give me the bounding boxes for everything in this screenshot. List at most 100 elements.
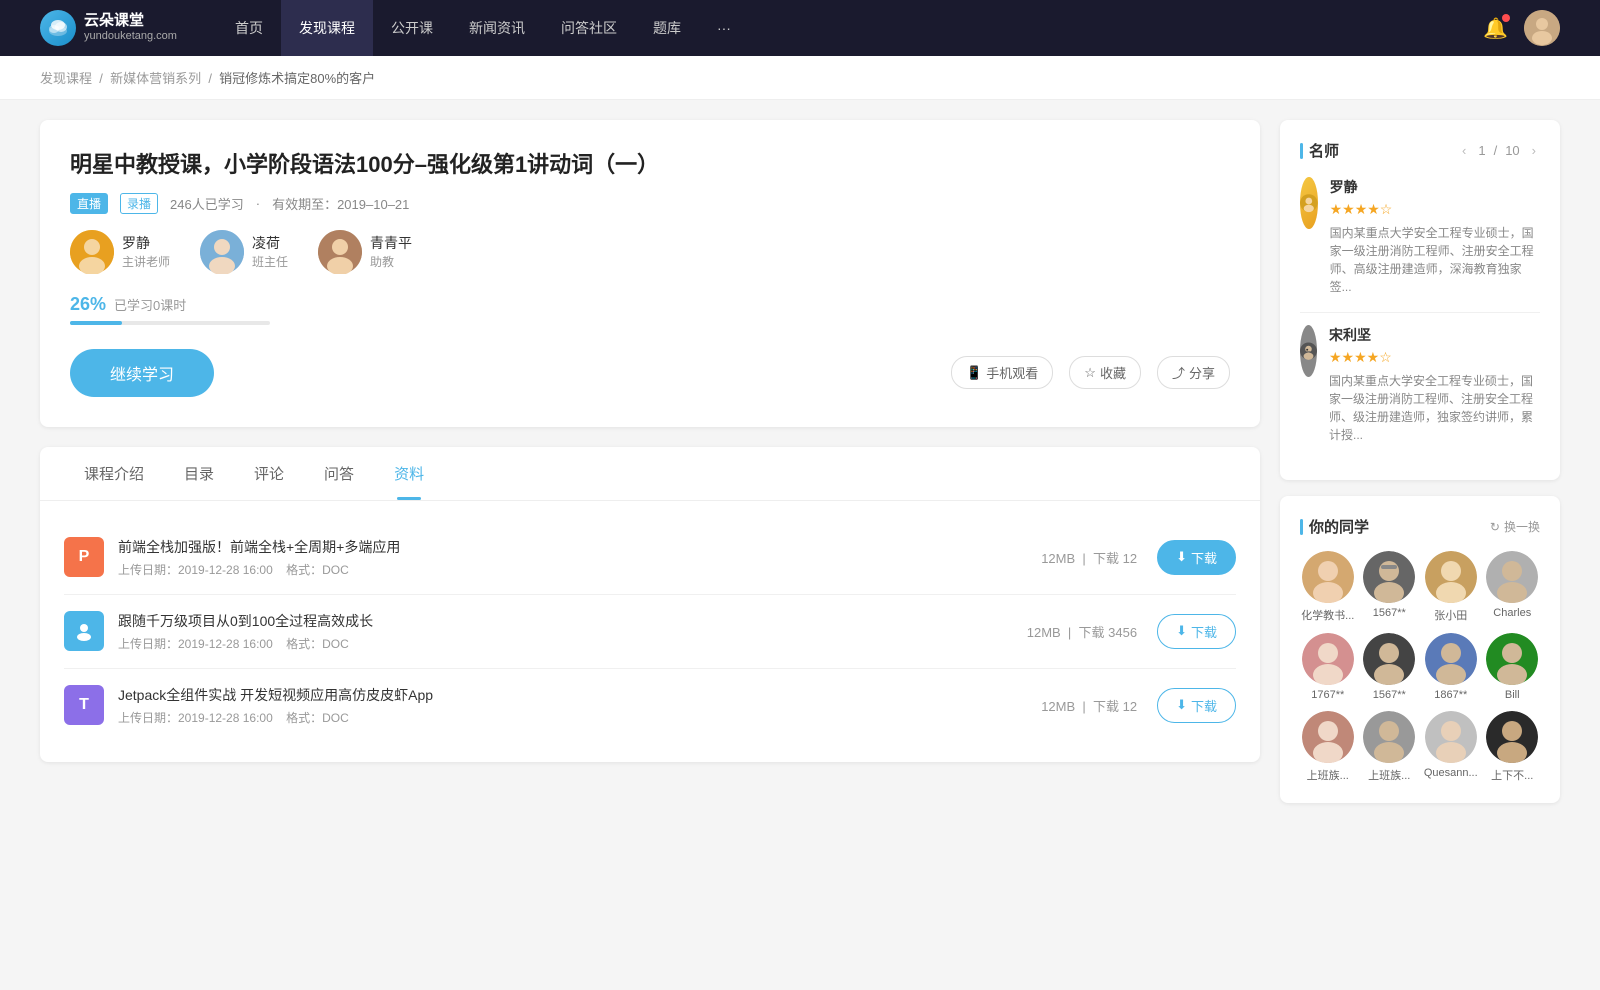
mobile-icon: 📱	[966, 365, 982, 381]
student-item-1[interactable]: 化学教书...	[1300, 551, 1356, 623]
student-count: 246人已学习	[170, 194, 244, 213]
sidebar-teacher-song-desc: 国内某重点大学安全工程专业硕士，国家一级注册消防工程师、注册安全工程师、级注册建…	[1329, 372, 1540, 444]
teachers-prev-btn[interactable]: ‹	[1458, 141, 1470, 160]
student-avatar-8	[1486, 633, 1538, 685]
student-name-2: 1567**	[1373, 607, 1406, 619]
resource-meta-1: 上传日期：2019-12-28 16:00 格式：DOC	[118, 561, 1041, 578]
student-avatar-4	[1486, 551, 1538, 603]
share-icon: ⤴	[1172, 363, 1185, 382]
continue-button[interactable]: 继续学习	[70, 349, 214, 397]
student-name-3: 张小田	[1434, 607, 1467, 623]
student-avatar-5	[1302, 633, 1354, 685]
progress-bar-bg	[70, 321, 270, 325]
student-item-9[interactable]: 上班族...	[1300, 711, 1356, 783]
student-avatar-3	[1425, 551, 1477, 603]
tab-qa[interactable]: 问答	[304, 447, 374, 500]
course-title: 明星中教授课，小学阶段语法100分–强化级第1讲动词（一）	[70, 150, 1230, 181]
refresh-icon: ↻	[1490, 520, 1500, 534]
nav-item-qa[interactable]: 问答社区	[543, 0, 635, 56]
sidebar-teacher-luo-name: 罗静	[1330, 177, 1540, 197]
tab-review[interactable]: 评论	[234, 447, 304, 500]
student-item-11[interactable]: Quesann...	[1423, 711, 1479, 783]
sidebar-teacher-song-stars: ★★★★☆	[1329, 349, 1540, 366]
tabs-content: P 前端全栈加强版！前端全栈+全周期+多端应用 上传日期：2019-12-28 …	[40, 501, 1260, 762]
logo[interactable]: 云朵课堂 yundouketang.com	[40, 10, 177, 46]
nav-item-exam[interactable]: 题库	[635, 0, 699, 56]
student-avatar-6	[1363, 633, 1415, 685]
sidebar-teacher-song: 宋利坚 ★★★★☆ 国内某重点大学安全工程专业硕士，国家一级注册消防工程师、注册…	[1300, 325, 1540, 444]
resource-meta-3: 上传日期：2019-12-28 16:00 格式：DOC	[118, 709, 1041, 726]
course-actions: 继续学习 📱 手机观看 ☆ 收藏 ⤴ 分享	[70, 349, 1230, 397]
resource-icon-3: T	[64, 685, 104, 725]
student-avatar-2	[1363, 551, 1415, 603]
nav-item-home[interactable]: 首页	[217, 0, 281, 56]
notification-dot	[1502, 14, 1510, 22]
student-name-12: 上下不...	[1491, 767, 1533, 783]
teachers-page: 1	[1478, 143, 1485, 158]
student-avatar-7	[1425, 633, 1477, 685]
progress-bar-fill	[70, 321, 122, 325]
student-item-6[interactable]: 1567**	[1362, 633, 1418, 701]
breadcrumb-discover[interactable]: 发现课程	[40, 71, 92, 86]
teacher-qing-avatar	[318, 230, 362, 274]
resource-stats-2: 12MB | 下载 3456	[1027, 622, 1137, 641]
resource-title-2: 跟随千万级项目从0到100全过程高效成长	[118, 611, 1027, 631]
share-label: 分享	[1189, 363, 1215, 382]
notification-bell[interactable]: 🔔	[1483, 16, 1508, 41]
tab-catalog[interactable]: 目录	[164, 447, 234, 500]
progress-desc: 已学习0课时	[114, 295, 186, 314]
download-button-1[interactable]: ⬇ 下载	[1157, 540, 1236, 575]
sidebar-teacher-song-name: 宋利坚	[1329, 325, 1540, 345]
tab-resources[interactable]: 资料	[374, 447, 444, 500]
resource-icon-2	[64, 611, 104, 651]
sidebar-teacher-luo-avatar	[1300, 177, 1318, 229]
resource-title-3: Jetpack全组件实战 开发短视频应用高仿皮皮虾App	[118, 685, 1041, 705]
student-item-3[interactable]: 张小田	[1423, 551, 1479, 623]
teacher-qing-role: 助教	[370, 253, 412, 270]
student-item-4[interactable]: Charles	[1485, 551, 1541, 623]
tab-intro[interactable]: 课程介绍	[64, 447, 164, 500]
action-buttons: 📱 手机观看 ☆ 收藏 ⤴ 分享	[951, 356, 1230, 389]
breadcrumb-series[interactable]: 新媒体营销系列	[110, 71, 201, 86]
student-avatar-1	[1302, 551, 1354, 603]
nav-item-more[interactable]: ···	[699, 0, 749, 56]
progress-section: 26% 已学习0课时	[70, 294, 1230, 325]
download-button-3[interactable]: ⬇ 下载	[1157, 688, 1236, 723]
logo-icon	[40, 10, 76, 46]
teachers-next-btn[interactable]: ›	[1528, 141, 1540, 160]
tag-record: 录播	[120, 193, 158, 214]
refresh-button[interactable]: ↻ 换一换	[1490, 518, 1540, 535]
nav-item-discover[interactable]: 发现课程	[281, 0, 373, 56]
student-item-8[interactable]: Bill	[1485, 633, 1541, 701]
tabs-section: 课程介绍 目录 评论 问答 资料 P 前端全栈加强版！前端全栈+全周期+多端应用…	[40, 447, 1260, 762]
teacher-luo-name: 罗静	[122, 233, 170, 253]
teacher-ling-avatar	[200, 230, 244, 274]
student-item-5[interactable]: 1767**	[1300, 633, 1356, 701]
teacher-ling-name: 凌荷	[252, 233, 288, 253]
student-name-6: 1567**	[1373, 689, 1406, 701]
resource-icon-1: P	[64, 537, 104, 577]
download-label-2: 下载	[1191, 622, 1217, 641]
breadcrumb: 发现课程 / 新媒体营销系列 / 销冠修炼术搞定80%的客户	[0, 56, 1600, 100]
teacher-qing: 青青平 助教	[318, 230, 412, 274]
user-avatar[interactable]	[1524, 10, 1560, 46]
resource-meta-2: 上传日期：2019-12-28 16:00 格式：DOC	[118, 635, 1027, 652]
collect-button[interactable]: ☆ 收藏	[1069, 356, 1141, 389]
star-icon: ☆	[1084, 365, 1096, 381]
mobile-watch-button[interactable]: 📱 手机观看	[951, 356, 1053, 389]
logo-name: 云朵课堂	[84, 12, 177, 30]
student-item-12[interactable]: 上下不...	[1485, 711, 1541, 783]
student-avatar-10	[1363, 711, 1415, 763]
student-item-10[interactable]: 上班族...	[1362, 711, 1418, 783]
nav-item-news[interactable]: 新闻资讯	[451, 0, 543, 56]
logo-sub: yundouketang.com	[84, 30, 177, 43]
nav-item-open[interactable]: 公开课	[373, 0, 451, 56]
resource-title-1: 前端全栈加强版！前端全栈+全周期+多端应用	[118, 537, 1041, 557]
share-button[interactable]: ⤴ 分享	[1157, 356, 1230, 389]
student-name-9: 上班族...	[1307, 767, 1349, 783]
download-button-2[interactable]: ⬇ 下载	[1157, 614, 1236, 649]
student-item-7[interactable]: 1867**	[1423, 633, 1479, 701]
content-area: 明星中教授课，小学阶段语法100分–强化级第1讲动词（一） 直播 录播 246人…	[40, 120, 1260, 819]
valid-date: 有效期至：2019–10–21	[272, 194, 409, 213]
student-item-2[interactable]: 1567**	[1362, 551, 1418, 623]
